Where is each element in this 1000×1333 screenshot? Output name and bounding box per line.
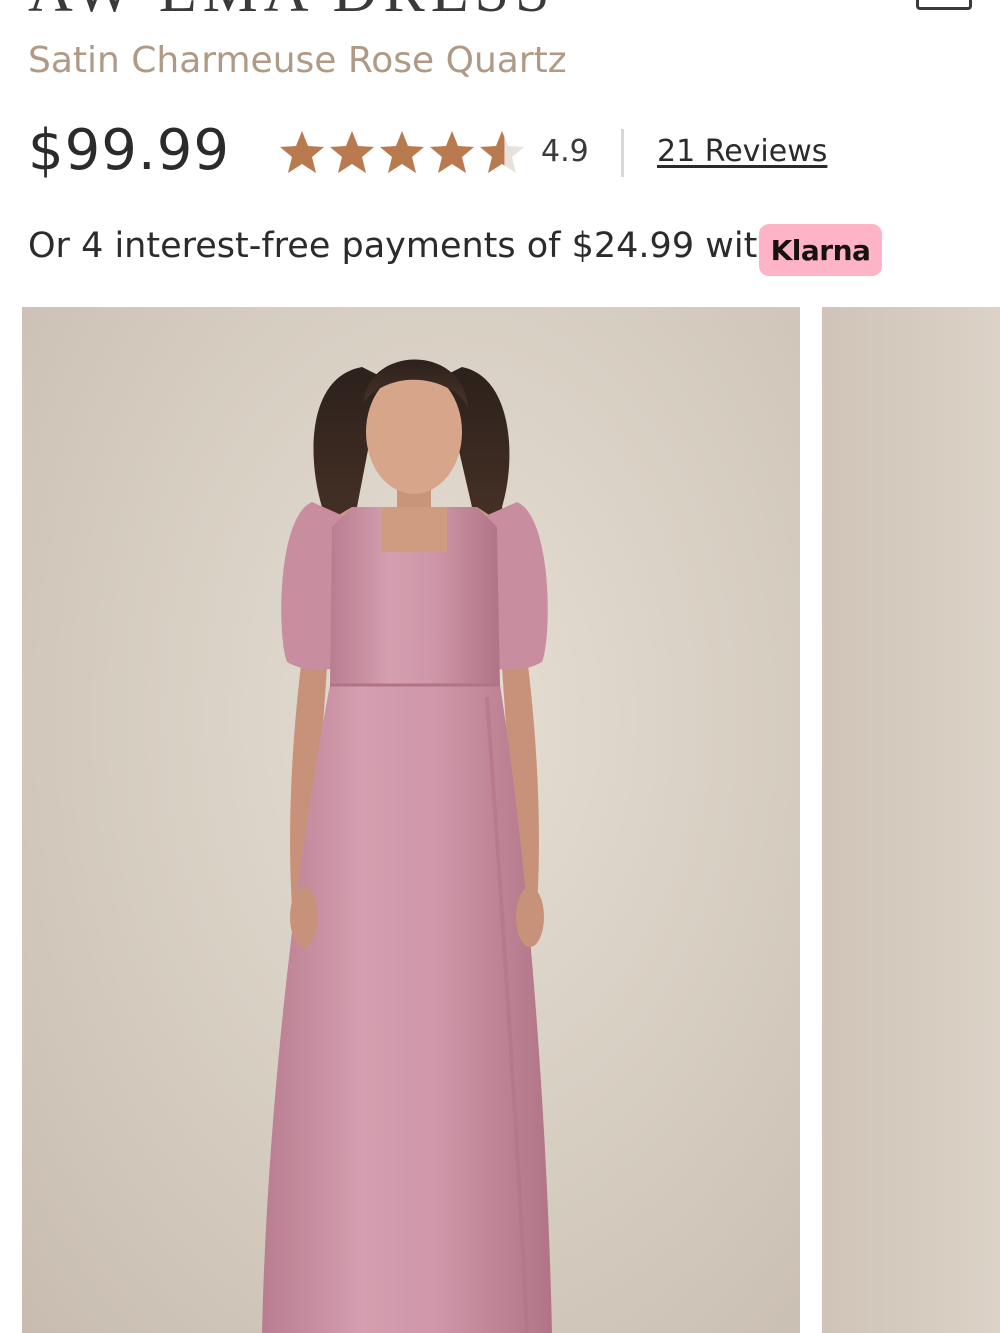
star-icon [380, 131, 424, 173]
reviews-link[interactable]: 21 Reviews [657, 134, 827, 169]
product-title: AW EMA DRESS [28, 0, 556, 27]
product-subtitle: Satin Charmeuse Rose Quartz [28, 40, 567, 81]
installments-text: Or 4 interest-free payments of $24.99 wi… [28, 226, 780, 266]
klarna-badge[interactable]: Klarna [759, 224, 882, 276]
model-in-dress-illustration [262, 359, 552, 1333]
product-photo-next[interactable] [822, 307, 1000, 1333]
star-icon [280, 131, 324, 173]
star-icon [330, 131, 374, 173]
star-icon [430, 131, 474, 173]
shopping-bag-icon[interactable] [916, 0, 972, 10]
product-gallery[interactable] [0, 307, 1000, 1333]
star-icon [480, 131, 524, 173]
product-photo-main[interactable] [22, 307, 800, 1333]
rating-divider [621, 129, 624, 177]
rating-stars [278, 129, 526, 175]
product-price: $99.99 [28, 118, 230, 183]
rating-value: 4.9 [541, 134, 589, 169]
